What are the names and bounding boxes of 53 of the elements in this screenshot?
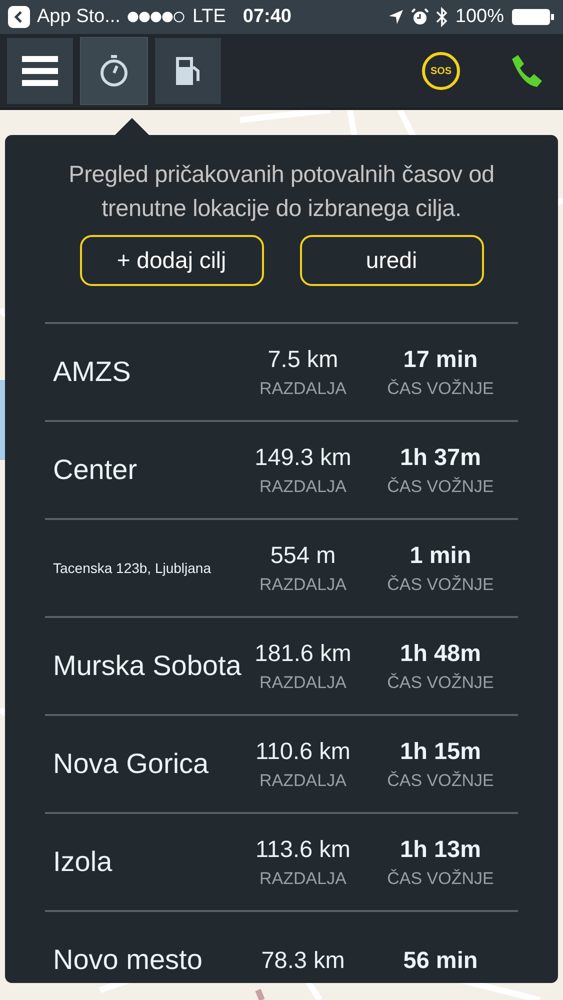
distance-value: 113.6 km xyxy=(256,836,350,862)
distance-value: 7.5 km xyxy=(268,346,338,372)
destination-name[interactable]: Izola xyxy=(53,846,243,878)
menu-icon xyxy=(22,56,58,86)
destination-name[interactable]: Novo mesto xyxy=(53,944,243,976)
action-button[interactable]: + dodaj cilj xyxy=(80,235,264,286)
distance-label: RAZDALJA xyxy=(260,672,346,692)
distance-label: RAZDALJA xyxy=(260,476,346,496)
drive-time-value: 1h 15m xyxy=(400,738,481,764)
network-label: LTE xyxy=(192,6,226,28)
drive-time-label: ČAS VOŽNJE xyxy=(387,378,494,398)
battery-icon xyxy=(511,8,555,26)
bluetooth-icon xyxy=(436,7,448,27)
back-label[interactable]: App Sto... xyxy=(37,6,120,28)
distance-label: RAZDALJA xyxy=(260,574,346,594)
drive-time-label: ČAS VOŽNJE xyxy=(387,672,494,692)
location-icon xyxy=(388,9,404,25)
drive-time-label: ČAS VOŽNJE xyxy=(387,574,494,594)
sos-button[interactable]: SOS xyxy=(422,52,460,90)
stopwatch-icon xyxy=(100,55,128,87)
distance-value: 554 m xyxy=(270,542,336,568)
drive-time-value: 1h 48m xyxy=(400,640,481,666)
intro-text: Pregled pričakovanih potovalnih časov od trenutne lokacije do izbranega cilja. xyxy=(68,160,496,223)
distance-value: 110.6 km xyxy=(256,738,350,764)
battery-label: 100% xyxy=(455,6,504,28)
drive-time-value: 1 min xyxy=(410,542,472,568)
toolbar-tab[interactable] xyxy=(7,38,73,104)
distance-value: 149.3 km xyxy=(254,444,352,470)
toolbar-tab[interactable] xyxy=(81,38,147,104)
distance-label: RAZDALJA xyxy=(260,378,346,398)
destination-name[interactable]: Center xyxy=(53,454,243,486)
back-icon[interactable] xyxy=(8,6,30,28)
drive-time-label: ČAS VOŽNJE xyxy=(387,476,494,496)
clock: 07:40 xyxy=(242,6,292,28)
drive-time-value: 17 min xyxy=(403,346,478,372)
alarm-icon xyxy=(411,8,430,26)
drive-time-label: ČAS VOŽNJE xyxy=(387,868,494,888)
drive-time-value: 1h 37m xyxy=(400,444,481,470)
destination-name[interactable]: Murska Sobota xyxy=(53,650,243,682)
signal-icon xyxy=(127,11,186,23)
distance-label: RAZDALJA xyxy=(260,868,346,888)
distance-value: 181.6 km xyxy=(254,640,352,666)
action-button[interactable]: uredi xyxy=(300,235,484,286)
destination-name[interactable]: AMZS xyxy=(53,356,243,388)
drive-time-value: 1h 13m xyxy=(400,836,481,862)
fuel-pump-icon xyxy=(174,55,202,87)
destination-name[interactable]: Tacenska 123b, Ljubljana xyxy=(53,560,243,576)
distance-label: RAZDALJA xyxy=(260,770,346,790)
distance-value: 78.3 km xyxy=(261,946,345,974)
destination-name[interactable]: Nova Gorica xyxy=(53,748,243,780)
drive-time-label: ČAS VOŽNJE xyxy=(387,770,494,790)
drive-time-value: 56 min xyxy=(403,946,478,974)
toolbar-tab[interactable] xyxy=(155,38,221,104)
